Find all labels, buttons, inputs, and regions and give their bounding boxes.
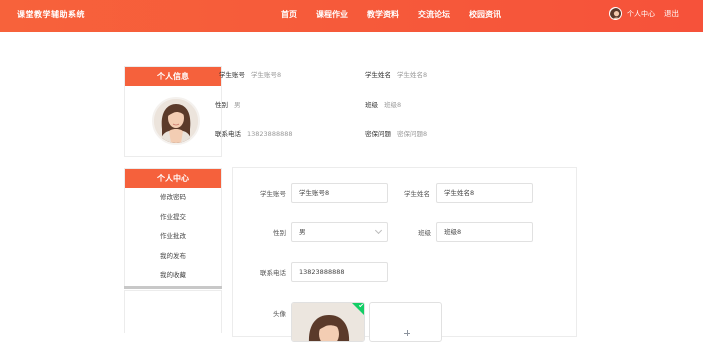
site-title: 课堂教学辅助系统 bbox=[17, 10, 85, 19]
info-name-value: 学生姓名8 bbox=[397, 71, 428, 79]
menu-item-my-favorites[interactable]: 我的收藏 bbox=[125, 266, 221, 286]
nav-course-homework[interactable]: 课程作业 bbox=[316, 9, 348, 20]
menu-item-change-password[interactable]: 修改密码 bbox=[125, 188, 221, 208]
main-nav: 首页 课程作业 教学资料 交流论坛 校园资讯 bbox=[281, 9, 520, 20]
profile-card-title: 个人信息 bbox=[125, 67, 221, 86]
account-field[interactable]: 学生账号8 bbox=[291, 183, 388, 203]
info-security-question: 密保问题 密保问题8 bbox=[365, 130, 428, 138]
menu-item-homework-grading[interactable]: 作业批改 bbox=[125, 227, 221, 247]
phone-label: 联系电话 bbox=[260, 269, 286, 277]
gender-select[interactable]: 男 bbox=[291, 222, 388, 242]
avatar-label: 头像 bbox=[273, 310, 286, 318]
name-field[interactable]: 学生姓名8 bbox=[436, 183, 533, 203]
info-class: 班级 班级8 bbox=[365, 101, 402, 109]
menu-divider bbox=[124, 286, 222, 289]
gender-label: 性别 bbox=[273, 229, 286, 237]
avatar-preview[interactable] bbox=[291, 302, 365, 342]
class-field[interactable]: 班级8 bbox=[436, 222, 533, 242]
menu-lower-box bbox=[124, 290, 222, 333]
class-label: 班级 bbox=[418, 229, 431, 237]
name-label: 学生姓名 bbox=[404, 190, 430, 198]
avatar-upload-button[interactable] bbox=[369, 302, 442, 342]
account-label: 学生账号 bbox=[260, 190, 286, 198]
profile-photo bbox=[152, 97, 200, 145]
info-class-value: 班级8 bbox=[384, 101, 402, 109]
nav-teaching-materials[interactable]: 教学资料 bbox=[367, 9, 399, 20]
menu-item-my-posts[interactable]: 我的发布 bbox=[125, 247, 221, 267]
info-gender-value: 男 bbox=[234, 101, 241, 109]
info-security-value: 密保问题8 bbox=[397, 130, 428, 138]
info-name: 学生姓名 学生姓名8 bbox=[365, 71, 428, 79]
user-center-link[interactable]: 个人中心 bbox=[627, 9, 655, 19]
gender-select-value: 男 bbox=[299, 228, 306, 236]
logout-link[interactable]: 退出 bbox=[664, 8, 679, 19]
edit-profile-form: 学生账号 学生账号8 学生姓名 学生姓名8 性别 男 班级 班级8 联系电话 1… bbox=[232, 167, 577, 342]
menu-item-homework-submit[interactable]: 作业提交 bbox=[125, 208, 221, 228]
nav-campus-news[interactable]: 校园资讯 bbox=[469, 9, 501, 20]
chevron-down-icon bbox=[374, 226, 383, 235]
phone-field[interactable]: 13823888888 bbox=[291, 262, 388, 282]
nav-home[interactable]: 首页 bbox=[281, 9, 297, 20]
profile-card: 个人信息 bbox=[124, 66, 222, 157]
user-area: 个人中心 退出 bbox=[609, 7, 679, 20]
menu-title: 个人中心 bbox=[125, 169, 221, 188]
user-center-menu: 个人中心 修改密码 作业提交 作业批改 我的发布 我的收藏 bbox=[124, 168, 222, 289]
info-phone-value: 13823888888 bbox=[247, 130, 293, 138]
nav-forum[interactable]: 交流论坛 bbox=[418, 9, 450, 20]
info-account-value: 学生账号8 bbox=[251, 71, 282, 79]
plus-icon bbox=[404, 330, 410, 336]
info-account: 学生账号 学生账号8 bbox=[219, 71, 282, 79]
info-phone: 联系电话 13823888888 bbox=[215, 130, 293, 138]
top-navbar: 课堂教学辅助系统 首页 课程作业 教学资料 交流论坛 校园资讯 个人中心 退出 bbox=[0, 0, 703, 32]
info-gender: 性别男 bbox=[215, 101, 241, 109]
avatar[interactable] bbox=[609, 7, 622, 20]
